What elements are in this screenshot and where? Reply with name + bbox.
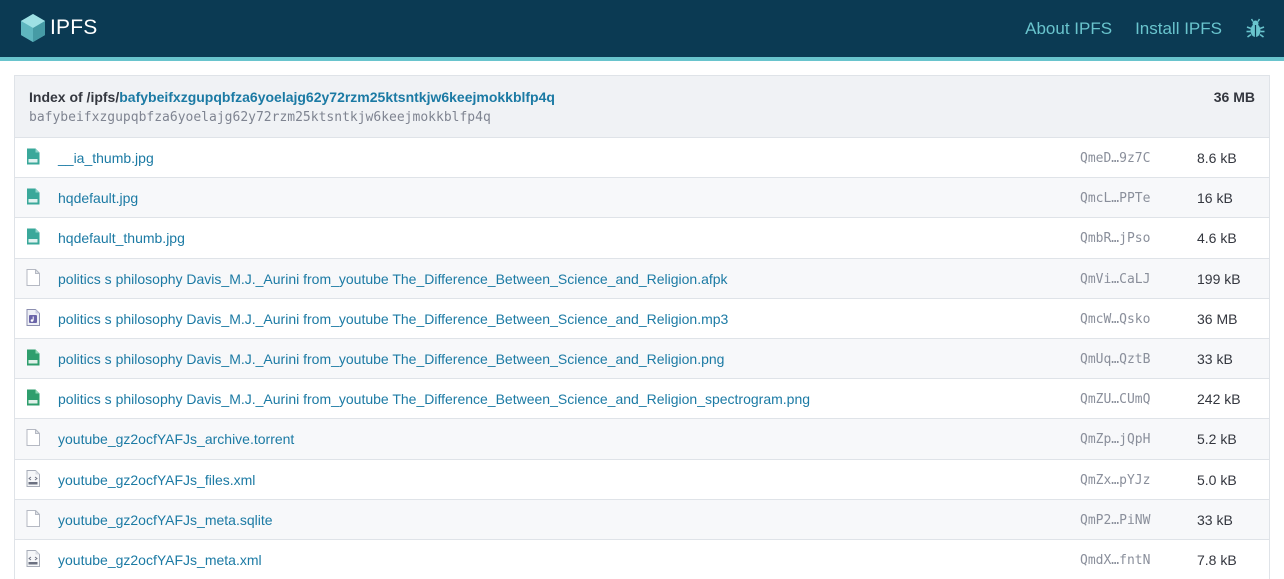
index-prefix: Index of /ipfs/ xyxy=(29,89,120,105)
file-row: hqdefault_thumb.jpg QmbR…jPso 4.6 kB xyxy=(15,218,1269,259)
file-row: politics s philosophy Davis_M.J._Aurini … xyxy=(15,258,1269,299)
file-name-link[interactable]: politics s philosophy Davis_M.J._Aurini … xyxy=(58,271,728,287)
file-cid-link[interactable]: QmdX…fntN xyxy=(1080,553,1150,568)
file-size: 199 kB xyxy=(1197,270,1241,287)
index-title: Index of /ipfs/bafybeifxzgupqbfza6yoelaj… xyxy=(29,89,1255,105)
file-name-link[interactable]: __ia_thumb.jpg xyxy=(58,150,154,166)
index-header: Index of /ipfs/bafybeifxzgupqbfza6yoelaj… xyxy=(15,76,1269,138)
blank-file-icon xyxy=(26,509,40,527)
file-cid-link[interactable]: QmVi…CaLJ xyxy=(1080,272,1150,287)
file-size: 5.0 kB xyxy=(1197,471,1237,488)
file-cid-link[interactable]: QmbR…jPso xyxy=(1080,231,1150,246)
top-bar: IPFS About IPFS Install IPFS xyxy=(0,0,1284,57)
file-cid-link[interactable]: QmZU…CUmQ xyxy=(1080,392,1150,407)
file-size: 33 kB xyxy=(1197,511,1233,528)
file-size: 8.6 kB xyxy=(1197,150,1237,166)
png-file-icon xyxy=(26,389,40,406)
file-row: youtube_gz2ocfYAFJs_files.xml QmZx…pYJz 5.… xyxy=(15,459,1269,500)
file-name-link[interactable]: youtube_gz2ocfYAFJs_meta.xml xyxy=(58,552,262,568)
file-cid-link[interactable]: QmUq…QztB xyxy=(1080,352,1150,367)
blank-file-icon xyxy=(26,429,40,447)
brand-name: IPFS xyxy=(50,16,98,39)
file-size: 242 kB xyxy=(1197,391,1241,408)
xml-file-icon xyxy=(26,549,40,567)
ipfs-cube-icon xyxy=(20,13,46,43)
file-cid-link[interactable]: QmcL…PPTe xyxy=(1080,191,1150,206)
bug-icon xyxy=(1245,18,1266,39)
file-cid-link[interactable]: QmeD…9z7C xyxy=(1080,151,1150,166)
file-row: politics s philosophy Davis_M.J._Aurini … xyxy=(15,298,1269,339)
index-total-size: 36 MB xyxy=(1213,89,1255,105)
file-row: youtube_gz2ocfYAFJs_meta.sqlite QmP2…PiNW… xyxy=(15,499,1269,540)
file-size: 4.6 kB xyxy=(1197,230,1237,247)
file-row: __ia_thumb.jpg QmeD…9z7C 8.6 kB xyxy=(15,138,1269,179)
top-nav: About IPFS Install IPFS xyxy=(1025,0,1266,57)
file-name-link[interactable]: politics s philosophy Davis_M.J._Aurini … xyxy=(58,391,810,407)
file-size: 16 kB xyxy=(1197,190,1233,207)
blank-file-icon xyxy=(26,268,40,286)
file-name-link[interactable]: hqdefault.jpg xyxy=(58,190,138,206)
file-cid-link[interactable]: QmZx…pYJz xyxy=(1080,473,1150,488)
index-cid-link[interactable]: bafybeifxzgupqbfza6yoelajg62y72rzm25ktsn… xyxy=(119,89,555,105)
file-list: __ia_thumb.jpg QmeD…9z7C 8.6 kB hqdefault.j… xyxy=(15,138,1269,579)
install-ipfs-link[interactable]: Install IPFS xyxy=(1135,19,1222,39)
file-name-link[interactable]: youtube_gz2ocfYAFJs_archive.torrent xyxy=(58,431,294,447)
file-row: youtube_gz2ocfYAFJs_archive.torrent QmZp…… xyxy=(15,419,1269,460)
file-name-link[interactable]: youtube_gz2ocfYAFJs_meta.sqlite xyxy=(58,512,273,528)
xml-file-icon xyxy=(26,469,40,487)
file-size: 33 kB xyxy=(1197,350,1233,367)
file-cid-link[interactable]: QmZp…jQpH xyxy=(1080,432,1150,447)
file-name-link[interactable]: youtube_gz2ocfYAFJs_files.xml xyxy=(58,472,255,488)
report-bug-link[interactable] xyxy=(1245,18,1266,39)
png-file-icon xyxy=(26,349,40,366)
ipfs-logo-link[interactable]: IPFS xyxy=(20,13,97,43)
index-cid-text: bafybeifxzgupqbfza6yoelajg62y72rzm25ktsn… xyxy=(29,110,491,125)
file-row: youtube_gz2ocfYAFJs_meta.xml QmdX…fntN 7.8… xyxy=(15,539,1269,579)
jpg-file-icon xyxy=(26,188,40,205)
mp3-file-icon xyxy=(26,308,40,326)
header-accent-stripe xyxy=(0,57,1284,61)
file-cid-link[interactable]: QmP2…PiNW xyxy=(1080,513,1150,528)
file-size: 5.2 kB xyxy=(1197,431,1237,448)
file-row: politics s philosophy Davis_M.J._Aurini … xyxy=(15,379,1269,420)
file-size: 36 MB xyxy=(1197,310,1238,327)
directory-listing: Index of /ipfs/bafybeifxzgupqbfza6yoelaj… xyxy=(14,75,1270,579)
file-size: 7.8 kB xyxy=(1197,551,1237,568)
jpg-file-icon xyxy=(26,228,40,245)
jpg-file-icon xyxy=(26,148,40,165)
file-name-link[interactable]: hqdefault_thumb.jpg xyxy=(58,230,185,246)
file-row: politics s philosophy Davis_M.J._Aurini … xyxy=(15,338,1269,380)
about-ipfs-link[interactable]: About IPFS xyxy=(1025,19,1112,39)
file-row: hqdefault.jpg QmcL…PPTe 16 kB xyxy=(15,178,1269,219)
file-name-link[interactable]: politics s philosophy Davis_M.J._Aurini … xyxy=(58,351,724,367)
file-name-link[interactable]: politics s philosophy Davis_M.J._Aurini … xyxy=(58,311,728,327)
file-cid-link[interactable]: QmcW…Qsko xyxy=(1080,312,1150,327)
